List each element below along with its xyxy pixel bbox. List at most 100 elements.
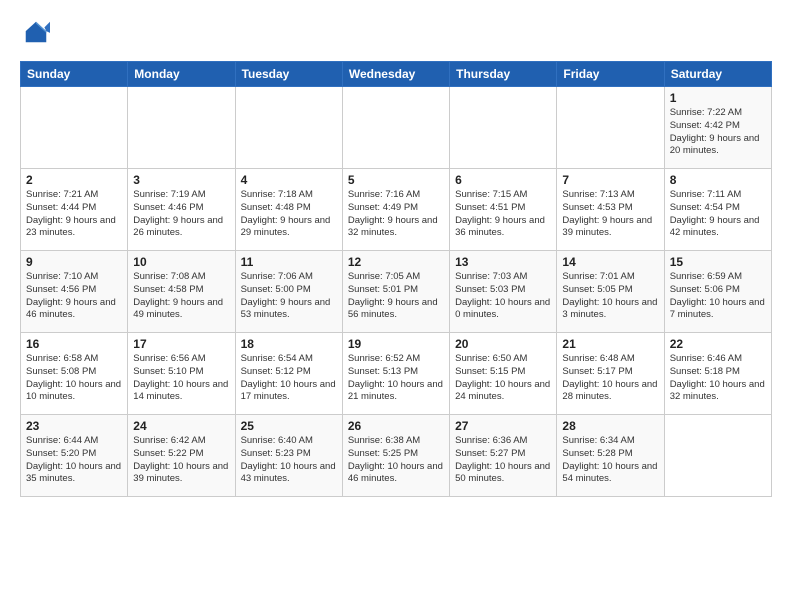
- calendar-cell: 24 Sunrise: 6:42 AM Sunset: 5:22 PM Dayli…: [128, 415, 235, 497]
- day-number: 6: [455, 173, 551, 187]
- calendar-cell: 2 Sunrise: 7:21 AM Sunset: 4:44 PM Daylig…: [21, 169, 128, 251]
- day-number: 27: [455, 419, 551, 433]
- day-info: Sunrise: 7:16 AM Sunset: 4:49 PM Dayligh…: [348, 189, 444, 240]
- calendar-week-1: 1 Sunrise: 7:22 AM Sunset: 4:42 PM Daylig…: [21, 87, 772, 169]
- calendar-cell: 12 Sunrise: 7:05 AM Sunset: 5:01 PM Dayli…: [342, 251, 449, 333]
- day-number: 20: [455, 337, 551, 351]
- weekday-header-saturday: Saturday: [664, 62, 771, 87]
- weekday-header-row: SundayMondayTuesdayWednesdayThursdayFrid…: [21, 62, 772, 87]
- weekday-header-wednesday: Wednesday: [342, 62, 449, 87]
- calendar-cell: [557, 87, 664, 169]
- day-info: Sunrise: 6:46 AM Sunset: 5:18 PM Dayligh…: [670, 353, 766, 404]
- calendar-week-2: 2 Sunrise: 7:21 AM Sunset: 4:44 PM Daylig…: [21, 169, 772, 251]
- day-number: 12: [348, 255, 444, 269]
- calendar-cell: 25Sunrise: 6:40 AM Sunset: 5:23 PM Dayli…: [235, 415, 342, 497]
- day-info: Sunrise: 6:50 AM Sunset: 5:15 PM Dayligh…: [455, 353, 551, 404]
- calendar-table: SundayMondayTuesdayWednesdayThursdayFrid…: [20, 61, 772, 497]
- day-number: 14: [562, 255, 658, 269]
- day-info: Sunrise: 7:11 AM Sunset: 4:54 PM Dayligh…: [670, 189, 766, 240]
- day-info: Sunrise: 6:34 AM Sunset: 5:28 PM Dayligh…: [562, 435, 658, 486]
- calendar-cell: 6 Sunrise: 7:15 AM Sunset: 4:51 PM Daylig…: [450, 169, 557, 251]
- day-info: Sunrise: 6:48 AM Sunset: 5:17 PM Dayligh…: [562, 353, 658, 404]
- day-number: 26: [348, 419, 444, 433]
- day-info: Sunrise: 7:13 AM Sunset: 4:53 PM Dayligh…: [562, 189, 658, 240]
- page: SundayMondayTuesdayWednesdayThursdayFrid…: [0, 0, 792, 515]
- day-info: Sunrise: 7:22 AM Sunset: 4:42 PM Dayligh…: [670, 107, 766, 158]
- day-number: 3: [133, 173, 229, 187]
- day-info: Sunrise: 7:15 AM Sunset: 4:51 PM Dayligh…: [455, 189, 551, 240]
- day-number: 21: [562, 337, 658, 351]
- day-info: Sunrise: 6:42 AM Sunset: 5:22 PM Dayligh…: [133, 435, 229, 486]
- day-info: Sunrise: 6:38 AM Sunset: 5:25 PM Dayligh…: [348, 435, 444, 486]
- calendar-cell: 15 Sunrise: 6:59 AM Sunset: 5:06 PM Dayli…: [664, 251, 771, 333]
- day-info: Sunrise: 7:21 AM Sunset: 4:44 PM Dayligh…: [26, 189, 122, 240]
- day-info: Sunrise: 6:52 AM Sunset: 5:13 PM Dayligh…: [348, 353, 444, 404]
- calendar-week-4: 16 Sunrise: 6:58 AM Sunset: 5:08 PM Dayli…: [21, 333, 772, 415]
- calendar-cell: 17 Sunrise: 6:56 AM Sunset: 5:10 PM Dayli…: [128, 333, 235, 415]
- calendar-cell: 28 Sunrise: 6:34 AM Sunset: 5:28 PM Dayli…: [557, 415, 664, 497]
- header: [20, 18, 772, 51]
- day-info: Sunrise: 6:54 AM Sunset: 5:12 PM Dayligh…: [241, 353, 337, 404]
- calendar-cell: [342, 87, 449, 169]
- calendar-cell: 7 Sunrise: 7:13 AM Sunset: 4:53 PM Daylig…: [557, 169, 664, 251]
- day-number: 7: [562, 173, 658, 187]
- weekday-header-sunday: Sunday: [21, 62, 128, 87]
- calendar-week-5: 23 Sunrise: 6:44 AM Sunset: 5:20 PM Dayli…: [21, 415, 772, 497]
- day-number: 9: [26, 255, 122, 269]
- calendar-cell: 22 Sunrise: 6:46 AM Sunset: 5:18 PM Dayli…: [664, 333, 771, 415]
- calendar-cell: [235, 87, 342, 169]
- day-info: Sunrise: 7:18 AM Sunset: 4:48 PM Dayligh…: [241, 189, 337, 240]
- calendar-cell: 21 Sunrise: 6:48 AM Sunset: 5:17 PM Dayli…: [557, 333, 664, 415]
- calendar-cell: 23 Sunrise: 6:44 AM Sunset: 5:20 PM Dayli…: [21, 415, 128, 497]
- calendar-cell: [664, 415, 771, 497]
- calendar-cell: 5 Sunrise: 7:16 AM Sunset: 4:49 PM Daylig…: [342, 169, 449, 251]
- day-number: 16: [26, 337, 122, 351]
- calendar-cell: 26 Sunrise: 6:38 AM Sunset: 5:25 PM Dayli…: [342, 415, 449, 497]
- logo-icon: [22, 18, 50, 46]
- day-info: Sunrise: 6:44 AM Sunset: 5:20 PM Dayligh…: [26, 435, 122, 486]
- calendar-cell: [450, 87, 557, 169]
- day-info: Sunrise: 7:19 AM Sunset: 4:46 PM Dayligh…: [133, 189, 229, 240]
- day-info: Sunrise: 7:06 AM Sunset: 5:00 PM Dayligh…: [241, 271, 337, 322]
- weekday-header-thursday: Thursday: [450, 62, 557, 87]
- day-info: Sunrise: 7:10 AM Sunset: 4:56 PM Dayligh…: [26, 271, 122, 322]
- weekday-header-friday: Friday: [557, 62, 664, 87]
- day-info: Sunrise: 7:01 AM Sunset: 5:05 PM Dayligh…: [562, 271, 658, 322]
- calendar-cell: 16 Sunrise: 6:58 AM Sunset: 5:08 PM Dayli…: [21, 333, 128, 415]
- day-number: 5: [348, 173, 444, 187]
- calendar-cell: 1 Sunrise: 7:22 AM Sunset: 4:42 PM Daylig…: [664, 87, 771, 169]
- day-info: Sunrise: 6:58 AM Sunset: 5:08 PM Dayligh…: [26, 353, 122, 404]
- day-number: 17: [133, 337, 229, 351]
- day-number: 4: [241, 173, 337, 187]
- day-info: Sunrise: 6:59 AM Sunset: 5:06 PM Dayligh…: [670, 271, 766, 322]
- day-number: 8: [670, 173, 766, 187]
- calendar-cell: [21, 87, 128, 169]
- logo: [20, 18, 50, 51]
- calendar-cell: 11 Sunrise: 7:06 AM Sunset: 5:00 PM Dayli…: [235, 251, 342, 333]
- day-number: 15: [670, 255, 766, 269]
- day-info: Sunrise: 7:08 AM Sunset: 4:58 PM Dayligh…: [133, 271, 229, 322]
- day-number: 10: [133, 255, 229, 269]
- calendar-cell: 18Sunrise: 6:54 AM Sunset: 5:12 PM Dayli…: [235, 333, 342, 415]
- day-number: 19: [348, 337, 444, 351]
- calendar-cell: 9 Sunrise: 7:10 AM Sunset: 4:56 PM Daylig…: [21, 251, 128, 333]
- day-number: 1: [670, 91, 766, 105]
- calendar-cell: [128, 87, 235, 169]
- calendar-cell: 20 Sunrise: 6:50 AM Sunset: 5:15 PM Dayli…: [450, 333, 557, 415]
- calendar-cell: 10 Sunrise: 7:08 AM Sunset: 4:58 PM Dayli…: [128, 251, 235, 333]
- calendar-cell: 4 Sunrise: 7:18 AM Sunset: 4:48 PM Daylig…: [235, 169, 342, 251]
- calendar-week-3: 9 Sunrise: 7:10 AM Sunset: 4:56 PM Daylig…: [21, 251, 772, 333]
- day-info: Sunrise: 7:05 AM Sunset: 5:01 PM Dayligh…: [348, 271, 444, 322]
- day-number: 24: [133, 419, 229, 433]
- calendar-cell: 14 Sunrise: 7:01 AM Sunset: 5:05 PM Dayli…: [557, 251, 664, 333]
- day-number: 23: [26, 419, 122, 433]
- day-number: 28: [562, 419, 658, 433]
- day-number: 2: [26, 173, 122, 187]
- day-info: Sunrise: 7:03 AM Sunset: 5:03 PM Dayligh…: [455, 271, 551, 322]
- day-info: Sunrise: 6:56 AM Sunset: 5:10 PM Dayligh…: [133, 353, 229, 404]
- day-number: 13: [455, 255, 551, 269]
- day-number: 22: [670, 337, 766, 351]
- weekday-header-tuesday: Tuesday: [235, 62, 342, 87]
- calendar-cell: 27Sunrise: 6:36 AM Sunset: 5:27 PM Dayli…: [450, 415, 557, 497]
- day-number: 11: [241, 255, 337, 269]
